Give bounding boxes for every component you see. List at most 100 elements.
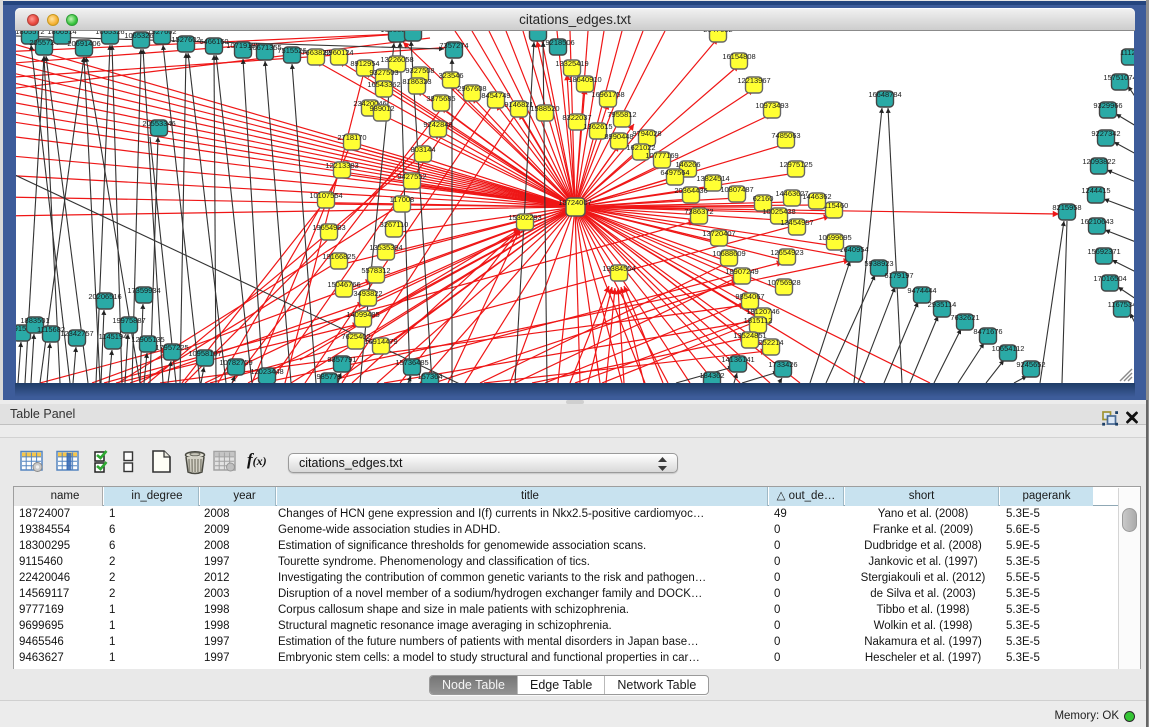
svg-text:6179197: 6179197	[884, 271, 913, 280]
svg-text:13535394: 13535394	[369, 243, 402, 252]
svg-text:10756928: 10756928	[767, 278, 800, 287]
svg-text:9794028: 9794028	[632, 129, 661, 138]
svg-text:1244415: 1244415	[1081, 186, 1110, 195]
svg-text:11123: 11123	[1120, 48, 1134, 57]
svg-text:7386372: 7386372	[684, 207, 713, 216]
svg-text:9427552: 9427552	[397, 172, 426, 181]
svg-text:3267110: 3267110	[380, 220, 409, 229]
svg-text:8960124: 8960124	[324, 48, 353, 57]
svg-text:14099485: 14099485	[346, 310, 379, 319]
svg-text:20364436: 20364436	[674, 186, 707, 195]
svg-text:1733426: 1733426	[768, 360, 797, 369]
svg-text:13325419: 13325419	[555, 59, 588, 68]
svg-text:16961758: 16961758	[591, 90, 624, 99]
svg-text:19654983: 19654983	[312, 223, 345, 232]
svg-text:252214: 252214	[758, 338, 783, 347]
svg-text:9474444: 9474444	[907, 286, 936, 295]
svg-text:10699695: 10699695	[818, 233, 851, 242]
svg-text:16210643: 16210643	[1080, 217, 1113, 226]
svg-text:15046766: 15046766	[327, 280, 360, 289]
svg-text:3875685: 3875685	[426, 94, 455, 103]
svg-text:9329966: 9329966	[1093, 101, 1122, 110]
svg-text:184362: 184362	[699, 371, 724, 380]
svg-text:9146821: 9146821	[504, 100, 533, 109]
svg-text:1883501: 1883501	[20, 316, 49, 325]
svg-text:7625402: 7625402	[341, 332, 370, 341]
svg-text:3493822: 3493822	[353, 289, 382, 298]
svg-text:157364: 157364	[417, 372, 442, 381]
svg-text:9327503: 9327503	[369, 68, 398, 77]
svg-text:15736485: 15736485	[395, 358, 428, 367]
svg-text:7485063: 7485063	[771, 131, 800, 140]
svg-text:17359934: 17359934	[127, 286, 160, 295]
svg-text:16543362: 16543362	[367, 80, 400, 89]
svg-text:19166825: 19166825	[322, 252, 355, 261]
svg-text:10025438: 10025438	[762, 207, 795, 216]
svg-text:10777169: 10777169	[645, 151, 678, 160]
svg-text:15302293: 15302293	[508, 213, 541, 222]
svg-text:989012: 989012	[369, 104, 394, 113]
svg-text:8322037: 8322037	[562, 113, 591, 122]
svg-text:10973493: 10973493	[755, 101, 788, 110]
svg-text:15751074: 15751074	[1103, 73, 1134, 82]
svg-text:10654112: 10654112	[992, 344, 1025, 353]
svg-text:12023448: 12023448	[250, 367, 283, 376]
svg-text:9242848: 9242848	[423, 120, 452, 129]
svg-text:9857791: 9857791	[327, 355, 356, 364]
svg-text:1527602: 1527602	[171, 35, 200, 44]
svg-text:13226058: 13226058	[380, 55, 413, 64]
svg-text:19975887: 19975887	[112, 316, 145, 325]
svg-text:10782759: 10782759	[219, 358, 252, 367]
svg-text:19384554: 19384554	[602, 264, 635, 273]
svg-text:15692371: 15692371	[1087, 247, 1120, 256]
svg-text:985779: 985779	[316, 372, 341, 381]
svg-text:16648784: 16648784	[868, 90, 901, 99]
svg-text:13720407: 13720407	[702, 229, 735, 238]
svg-text:2047682: 2047682	[703, 31, 732, 34]
svg-text:17957225: 17957225	[155, 343, 188, 352]
svg-text:18907249: 18907249	[725, 267, 758, 276]
svg-text:8912954: 8912954	[350, 59, 379, 68]
svg-text:18640910: 18640910	[568, 75, 601, 84]
svg-text:12975125: 12975125	[779, 160, 812, 169]
svg-text:10807487: 10807487	[720, 185, 753, 194]
svg-text:8454749: 8454749	[481, 91, 510, 100]
svg-text:9245652: 9245652	[1016, 360, 1045, 369]
svg-text:1446362: 1446362	[802, 192, 831, 201]
svg-text:12213967: 12213967	[737, 76, 770, 85]
svg-text:19218506: 19218506	[541, 38, 574, 47]
svg-text:7632621: 7632621	[950, 313, 979, 322]
svg-text:1362615: 1362615	[583, 122, 612, 131]
svg-text:17016504: 17016504	[1093, 274, 1126, 283]
svg-text:12093822: 12093822	[1082, 157, 1115, 166]
svg-text:20206516: 20206516	[88, 292, 121, 301]
svg-text:8215958: 8215958	[1052, 203, 1081, 212]
svg-text:12654923: 12654923	[770, 248, 803, 257]
svg-text:6466160: 6466160	[199, 37, 228, 46]
svg-text:18724007: 18724007	[558, 198, 591, 207]
svg-text:16154808: 16154808	[722, 52, 755, 61]
svg-text:1815112: 1815112	[744, 316, 773, 325]
svg-text:14136141: 14136141	[721, 355, 754, 364]
svg-text:20691406: 20691406	[67, 39, 100, 48]
svg-text:117008: 117008	[390, 195, 414, 204]
svg-text:803144: 803144	[410, 145, 435, 154]
svg-text:9327508: 9327508	[405, 66, 434, 75]
svg-text:6497564: 6497564	[660, 168, 689, 177]
svg-text:5578312: 5578312	[361, 266, 390, 275]
svg-text:10107554: 10107554	[309, 191, 342, 200]
svg-text:9854067: 9854067	[735, 292, 764, 301]
svg-text:1167534: 1167534	[1108, 300, 1134, 309]
svg-text:7955812: 7955812	[607, 110, 636, 119]
svg-text:18120746: 18120746	[746, 307, 779, 316]
svg-text:16033809: 16033809	[396, 31, 429, 33]
svg-text:7357274: 7357274	[439, 41, 468, 50]
svg-text:9227342: 9227342	[1091, 129, 1120, 138]
svg-text:8471676: 8471676	[973, 327, 1002, 336]
svg-text:13454957: 13454957	[780, 218, 813, 227]
svg-text:8990448: 8990448	[604, 132, 633, 141]
svg-text:2718170: 2718170	[337, 133, 366, 142]
svg-text:13824514: 13824514	[696, 174, 729, 183]
svg-text:8813054: 8813054	[523, 31, 552, 33]
svg-text:323546: 323546	[438, 71, 463, 80]
